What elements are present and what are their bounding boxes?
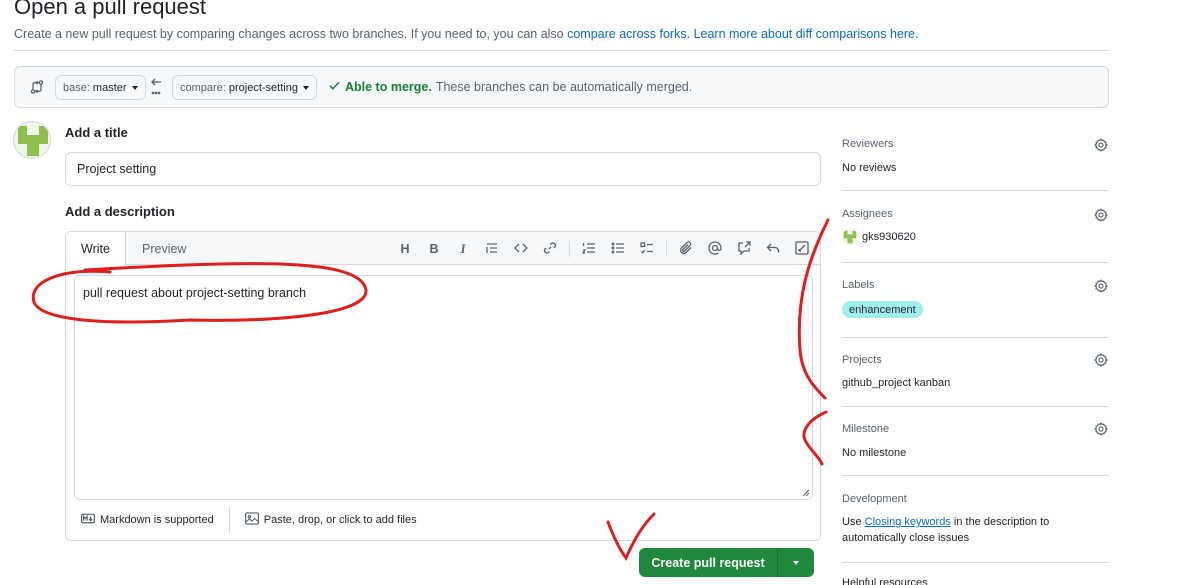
quote-icon (485, 241, 499, 258)
create-options-dropdown[interactable] (778, 548, 814, 577)
merge-ok-label: Able to merge. (345, 80, 432, 94)
fullscreen-button[interactable] (792, 239, 812, 259)
paperclip-icon (679, 240, 693, 258)
merge-status-text: These branches can be automatically merg… (435, 80, 693, 94)
reviewers-title: Reviewers (842, 138, 894, 150)
base-branch-select[interactable]: base: master (55, 75, 146, 100)
title-input[interactable] (65, 152, 821, 186)
page-subtitle: Create a new pull request by comparing c… (14, 27, 918, 41)
task-list-button[interactable] (637, 239, 657, 259)
sidebar-divider (842, 406, 1109, 407)
sidebar-divider (842, 562, 1109, 563)
markdown-note[interactable]: Markdown is supported (66, 500, 229, 540)
reference-button[interactable] (734, 239, 754, 259)
description-label: Add a description (65, 204, 175, 219)
heading-button[interactable]: H (395, 239, 415, 259)
header-divider (14, 50, 1109, 51)
avatar (13, 121, 51, 159)
chevron-down-icon (131, 85, 138, 90)
attach-files-note[interactable]: Paste, drop, or click to add files (230, 500, 432, 540)
development-prefix: Use (842, 516, 862, 528)
title-label: Add a title (65, 125, 128, 140)
assignees-title: Assignees (842, 208, 893, 220)
assignee-user[interactable]: gks930620 (842, 229, 916, 245)
reply-icon (766, 241, 780, 258)
tab-preview[interactable]: Preview (127, 232, 201, 266)
gear-icon[interactable] (1094, 422, 1108, 436)
sidebar-divider (842, 262, 1109, 263)
create-pull-request-button: Create pull request (639, 548, 814, 577)
attach-button[interactable] (676, 239, 696, 259)
link-icon (543, 241, 557, 258)
toolbar-divider (666, 241, 667, 257)
italic-button[interactable]: I (453, 239, 473, 259)
learn-more-link[interactable]: Learn more about diff comparisons here. (694, 27, 919, 41)
base-prefix: base: (63, 81, 90, 94)
gear-icon[interactable] (1094, 138, 1108, 152)
git-compare-icon (29, 79, 45, 98)
arrow-left-icon (149, 76, 163, 99)
gear-icon[interactable] (1094, 208, 1108, 222)
sidebar-divider (842, 337, 1109, 338)
page-title: Open a pull request (14, 0, 207, 19)
edit-square-icon (795, 240, 809, 258)
cross-reference-icon (737, 240, 751, 258)
development-text: Use Closing keywords in the description … (842, 514, 1072, 546)
resize-handle-icon[interactable] (802, 489, 810, 497)
milestone-title: Milestone (842, 423, 890, 435)
image-icon (244, 512, 259, 528)
labels-title: Labels (842, 279, 875, 291)
projects-title: Projects (842, 354, 882, 366)
assignee-name: gks930620 (862, 230, 916, 243)
markdown-icon (80, 513, 96, 527)
compare-bar: base: master compare: project-setting Ab… (14, 66, 1109, 108)
chevron-down-icon (302, 85, 309, 90)
chevron-down-icon (793, 560, 799, 565)
base-branch-value: master (92, 81, 127, 94)
markdown-toolbar: H B I (386, 239, 812, 259)
gear-icon[interactable] (1094, 353, 1108, 367)
gear-icon[interactable] (1094, 279, 1108, 293)
task-list-icon (640, 241, 654, 258)
subtitle-text: Create a new pull request by comparing c… (14, 27, 564, 41)
milestone-value: No milestone (842, 447, 907, 459)
tab-write[interactable]: Write (66, 232, 126, 266)
compare-forks-link[interactable]: compare across forks. (567, 27, 690, 41)
helpful-resources-title: Helpful resources (842, 577, 928, 585)
create-pull-request-main[interactable]: Create pull request (639, 548, 778, 577)
ordered-list-button[interactable] (579, 239, 599, 259)
attach-files-text: Paste, drop, or click to add files (263, 514, 417, 526)
editor-header: Write Preview H B I (66, 232, 820, 266)
bold-button[interactable]: B (424, 239, 444, 259)
closing-keywords-link[interactable]: Closing keywords (865, 516, 951, 528)
check-icon (328, 79, 341, 95)
mention-button[interactable] (705, 239, 725, 259)
unordered-list-icon (611, 241, 625, 258)
compare-branch-value: project-setting (228, 81, 298, 94)
mention-icon (708, 240, 722, 258)
sidebar-divider (842, 190, 1109, 191)
merge-status: Able to merge. These branches can be aut… (328, 79, 692, 95)
label-badge[interactable]: enhancement (842, 301, 923, 318)
avatar (842, 229, 858, 245)
toolbar-divider (569, 241, 570, 257)
compare-branch-select[interactable]: compare: project-setting (172, 75, 317, 100)
editor-footer: Markdown is supported Paste, drop, or cl… (66, 500, 820, 540)
link-button[interactable] (540, 239, 560, 259)
development-title: Development (842, 493, 907, 505)
compare-prefix: compare: (180, 81, 226, 94)
saved-reply-button[interactable] (763, 239, 783, 259)
sidebar-divider (842, 475, 1109, 476)
unordered-list-button[interactable] (608, 239, 628, 259)
project-value[interactable]: github_project kanban (842, 377, 950, 389)
ordered-list-icon (581, 241, 596, 258)
markdown-note-text: Markdown is supported (100, 514, 214, 526)
quote-button[interactable] (482, 239, 502, 259)
description-editor: Write Preview H B I pull request about p… (65, 231, 821, 541)
description-textarea[interactable]: pull request about project-setting branc… (74, 275, 813, 500)
code-icon (514, 241, 528, 258)
code-button[interactable] (511, 239, 531, 259)
reviewers-value: No reviews (842, 162, 897, 174)
